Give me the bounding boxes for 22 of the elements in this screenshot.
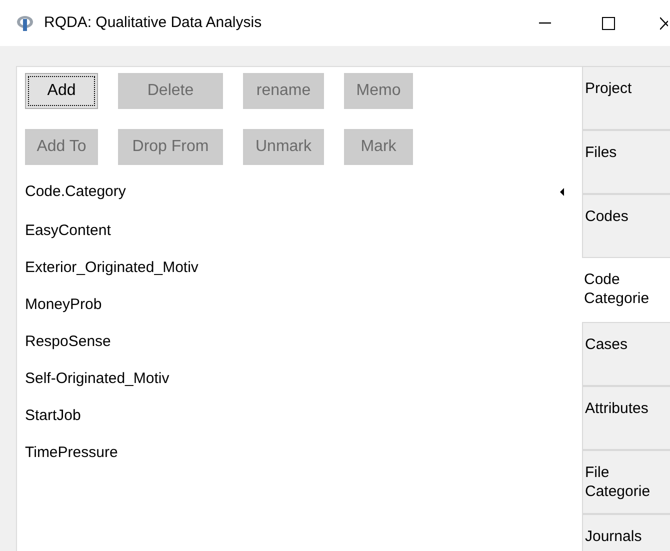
side-tab[interactable]: File Categorie	[582, 450, 670, 514]
action-button[interactable]: Add	[25, 73, 98, 109]
list-item[interactable]: EasyContent	[25, 220, 111, 240]
list-item[interactable]: RespoSense	[25, 330, 111, 352]
list-item[interactable]: MoneyProb	[25, 294, 102, 314]
window-title: RQDA: Qualitative Data Analysis	[44, 12, 262, 33]
side-tab[interactable]: Cases	[582, 322, 670, 386]
column-header[interactable]: Code.Category	[25, 181, 560, 204]
close-icon[interactable]	[660, 16, 668, 30]
list-item[interactable]: Self-Originated_Motiv	[25, 368, 170, 388]
list-item[interactable]: StartJob	[25, 404, 81, 426]
side-tab[interactable]: Files	[582, 130, 670, 194]
list-item[interactable]: Exterior_Originated_Motiv	[25, 256, 198, 278]
side-tab[interactable]: Project	[582, 66, 670, 130]
list-item[interactable]: TimePressure	[25, 442, 118, 462]
app-logo-icon	[16, 14, 34, 32]
maximize-icon[interactable]	[602, 16, 615, 30]
side-tab[interactable]: Codes	[582, 194, 670, 258]
side-tab[interactable]: Attributes	[582, 386, 670, 450]
sort-indicator-icon	[560, 188, 564, 196]
side-tab[interactable]: Code Categorie	[582, 258, 670, 322]
side-tab[interactable]: Journals	[582, 514, 670, 551]
